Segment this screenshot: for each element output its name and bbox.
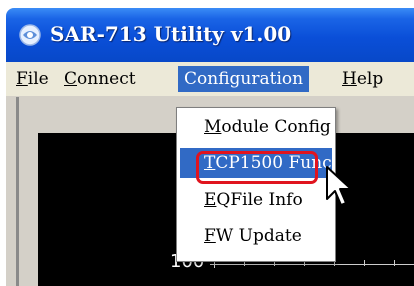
- axis-line: [210, 264, 414, 265]
- menu-connect-label: onnect: [77, 69, 136, 89]
- axis-tick: [364, 260, 365, 266]
- menu-file-mnemonic: F: [16, 69, 28, 89]
- menu-file[interactable]: File: [10, 66, 55, 92]
- menu-help-label: elp: [356, 69, 384, 89]
- title-bar[interactable]: SAR-713 Utility v1.00: [6, 8, 414, 62]
- fw-update-mnemonic: F: [204, 226, 216, 246]
- mouse-pointer-icon: [326, 166, 352, 206]
- menu-help[interactable]: Help: [336, 66, 389, 92]
- menu-help-mnemonic: H: [342, 69, 357, 89]
- menu-connect[interactable]: Connect: [58, 66, 142, 92]
- configuration-dropdown: Module Config TCP1500 Func EQFile Info F…: [176, 107, 336, 262]
- eqfile-info-label: QFile Info: [216, 190, 303, 210]
- menu-item-module-config[interactable]: Module Config: [180, 112, 332, 142]
- panel-divider: [16, 97, 19, 286]
- menu-connect-mnemonic: C: [64, 69, 78, 89]
- fw-update-label: W Update: [215, 226, 302, 246]
- menu-file-label: ile: [27, 69, 49, 89]
- module-config-label: odule Config: [221, 117, 331, 137]
- axis-tick: [394, 260, 395, 266]
- window-title: SAR-713 Utility v1.00: [50, 22, 292, 46]
- menu-item-eqfile-info[interactable]: EQFile Info: [180, 185, 332, 215]
- menu-configuration-label: Configuration: [184, 69, 304, 89]
- eqfile-info-mnemonic: E: [204, 190, 217, 210]
- menu-bar: File Connect Configuration Help: [6, 62, 414, 97]
- menu-item-fw-update[interactable]: FW Update: [180, 221, 332, 251]
- menu-configuration[interactable]: Configuration: [178, 66, 310, 92]
- highlight-annotation-box: [196, 151, 318, 184]
- module-config-mnemonic: M: [204, 117, 222, 137]
- app-icon: [19, 24, 41, 46]
